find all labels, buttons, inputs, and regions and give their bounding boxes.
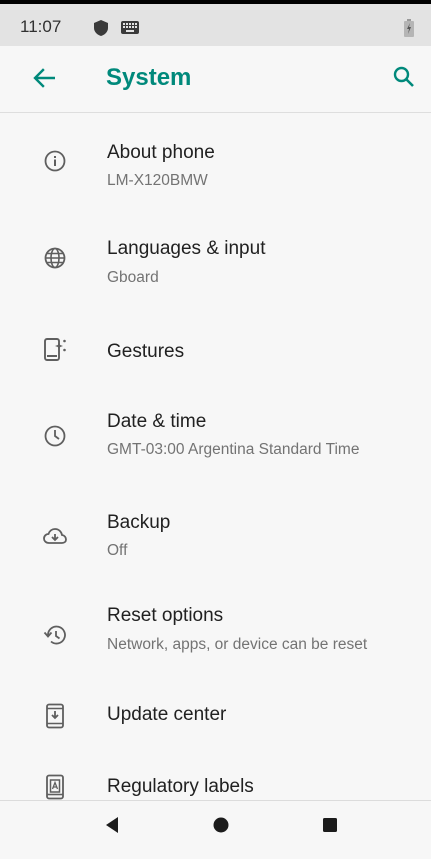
status-time: 11:07 (20, 17, 62, 36)
item-title: Date & time (107, 411, 207, 432)
item-subtitle: GMT-03:00 Argentina Standard Time (107, 441, 360, 458)
clock-icon (39, 420, 71, 452)
settings-item-backup[interactable]: Backup Off (0, 490, 431, 590)
item-title: About phone (107, 142, 215, 163)
settings-item-gestures[interactable]: Gestures (0, 301, 431, 401)
cloud-backup-icon (39, 521, 71, 553)
settings-item-date-time[interactable]: Date & time GMT-03:00 Argentina Standard… (0, 389, 431, 489)
item-title: Reset options (107, 605, 224, 626)
back-button[interactable] (30, 66, 58, 94)
settings-item-languages-input[interactable]: Languages & input Gboard (0, 210, 431, 310)
globe-icon (39, 242, 71, 274)
keyboard-icon (121, 21, 139, 39)
system-update-icon (39, 700, 71, 732)
item-title: Update center (107, 704, 227, 725)
regulatory-label-icon (39, 771, 71, 803)
navigation-bar (0, 800, 431, 847)
item-subtitle: Gboard (107, 269, 159, 286)
item-subtitle: LM-X120BMW (107, 172, 208, 189)
arrow-back-icon (33, 67, 56, 93)
gestures-icon (39, 333, 71, 365)
nav-recents-icon[interactable] (321, 816, 339, 839)
item-title: Backup (107, 512, 171, 533)
item-subtitle: Off (107, 542, 128, 559)
restore-icon (39, 619, 71, 651)
item-title: Gestures (107, 341, 185, 362)
item-subtitle: Network, apps, or device can be reset (107, 636, 368, 653)
item-title: Regulatory labels (107, 776, 254, 797)
battery-charging-icon (404, 19, 414, 42)
shield-icon (94, 20, 108, 41)
info-icon (39, 145, 71, 177)
status-bar: 11:07 (0, 4, 431, 46)
page-title: System (106, 64, 192, 91)
search-button[interactable] (390, 65, 418, 93)
nav-back-icon[interactable] (103, 816, 121, 839)
search-icon (393, 66, 415, 93)
nav-home-icon[interactable] (212, 816, 230, 839)
settings-item-reset-options[interactable]: Reset options Network, apps, or device c… (0, 589, 431, 689)
item-title: Languages & input (107, 238, 266, 259)
settings-item-about-phone[interactable]: About phone LM-X120BMW (0, 113, 431, 213)
app-bar: System (0, 46, 431, 113)
